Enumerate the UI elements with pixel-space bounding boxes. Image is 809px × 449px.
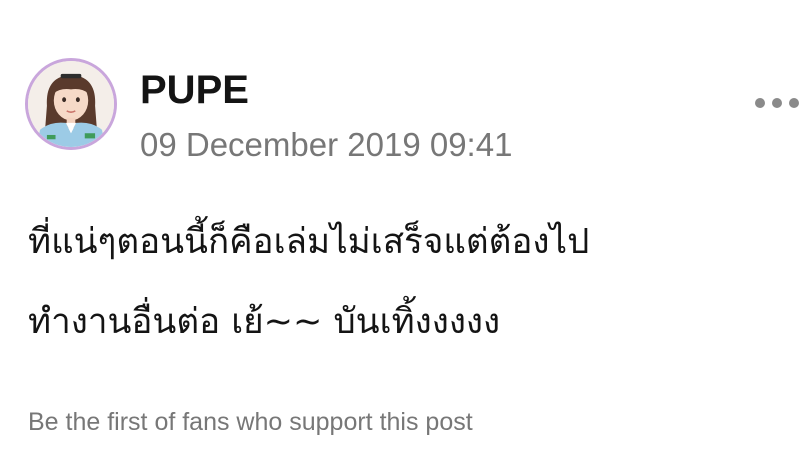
post-timestamp: 09 December 2019 09:41 — [140, 126, 513, 163]
avatar[interactable] — [25, 58, 117, 150]
more-horizontal-dots-icon — [755, 98, 799, 108]
author-name[interactable]: PUPE — [140, 66, 249, 114]
support-prompt: Be the first of fans who support this po… — [28, 408, 473, 436]
post-text-line: ที่แน่ๆตอนนี้ก็คือเล่มไม่เสร็จแต่ต้องไป — [28, 222, 590, 262]
avatar-photo — [28, 61, 114, 147]
more-options-button[interactable] — [750, 88, 804, 118]
post-body: ที่แน่ๆตอนนี้ก็คือเล่มไม่เสร็จแต่ต้องไป … — [28, 202, 798, 362]
post-text-line: ทำงานอื่นต่อ เย้~~ บันเทิ้งงงงง — [28, 302, 501, 342]
post-card: PUPE 09 December 2019 09:41 ที่แน่ๆตอนนี… — [0, 0, 809, 449]
